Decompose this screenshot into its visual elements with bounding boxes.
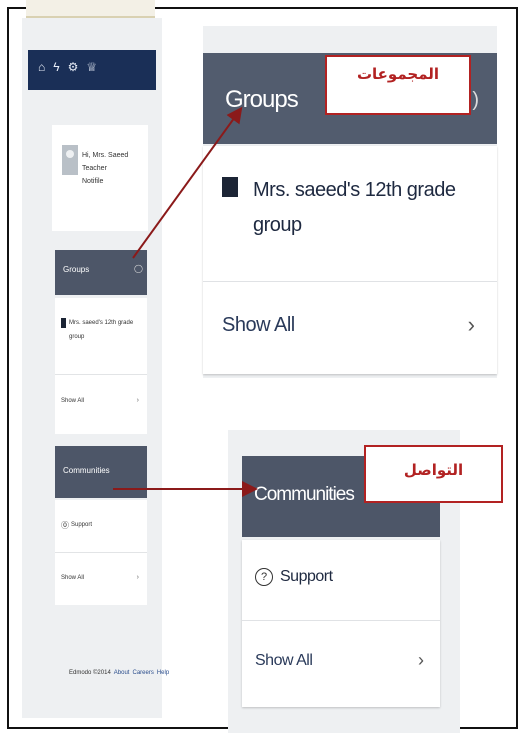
mini-groups-show-all[interactable]: Show All (61, 398, 84, 404)
footer-link-careers[interactable]: Careers (132, 670, 153, 676)
footer-link-about[interactable]: About (114, 670, 130, 676)
mini-profile-card[interactable]: Hi, Mrs. Saeed Teacher Notifile (52, 125, 148, 231)
groups-show-all[interactable]: Show All (222, 314, 295, 337)
mini-groups-body: Mrs. saeed's 12th grade group Show All › (55, 298, 147, 434)
bell-icon[interactable]: ♕ (86, 60, 97, 74)
avatar (62, 145, 78, 175)
chevron-right-icon: › (136, 574, 139, 581)
mini-communities-header[interactable]: Communities (55, 446, 147, 498)
communities-show-all[interactable]: Show All (255, 652, 313, 670)
mini-footer: Edmodo ©2014 About Careers Help (69, 670, 169, 676)
groups-add-icon[interactable]: ) (472, 89, 479, 112)
divider (55, 374, 147, 375)
mini-header-icons: ⌂ ϟ ⚙ ♕ (38, 60, 97, 74)
mini-group-item[interactable]: Mrs. saeed's 12th grade group (69, 316, 139, 344)
help-icon: ⓪ (61, 521, 69, 530)
mini-groups-add-icon[interactable]: ◯ (134, 264, 143, 273)
groups-arabic-label: المجموعات (325, 55, 471, 115)
footer-link-help[interactable]: Help (157, 670, 169, 676)
communities-item[interactable]: Support (280, 568, 333, 586)
communities-body: ? Support Show All › (242, 540, 440, 707)
footer-copyright: Edmodo ©2014 (69, 670, 111, 676)
help-icon: ? (255, 568, 273, 586)
group-item[interactable]: Mrs. saeed's 12th grade group (253, 173, 473, 243)
settings-icon[interactable]: ⚙ (68, 60, 79, 74)
chevron-right-icon: › (136, 397, 139, 404)
mini-profile-text: Hi, Mrs. Saeed Teacher Notifile (82, 149, 128, 188)
top-bar (26, 0, 155, 18)
chevron-right-icon: › (418, 650, 424, 670)
mini-profile-name: Hi, Mrs. Saeed (82, 152, 129, 159)
divider (55, 552, 147, 553)
mini-communities-title: Communities (63, 466, 110, 475)
groups-title: Groups (225, 86, 299, 113)
mini-communities-show-all[interactable]: Show All (61, 575, 84, 581)
mini-communities-item[interactable]: Support (71, 522, 92, 528)
mini-profile-role: Teacher (82, 165, 107, 172)
mini-profile-link[interactable]: Notifile (82, 175, 128, 188)
mini-group-color-icon (61, 318, 66, 328)
activity-icon[interactable]: ϟ (53, 60, 59, 74)
mini-groups-header[interactable]: Groups ◯ (55, 250, 147, 295)
mini-groups-title: Groups (63, 265, 90, 274)
chevron-right-icon: › (467, 312, 475, 337)
groups-body: Mrs. saeed's 12th grade group Show All › (203, 146, 497, 374)
mini-communities-body: ⓪ Support Show All › (55, 500, 147, 605)
communities-arabic-label: التواصل (364, 445, 503, 503)
communities-title: Communities (254, 484, 355, 505)
divider (203, 281, 497, 282)
home-icon[interactable]: ⌂ (38, 60, 45, 74)
group-color-icon (222, 177, 238, 197)
divider (242, 620, 440, 621)
